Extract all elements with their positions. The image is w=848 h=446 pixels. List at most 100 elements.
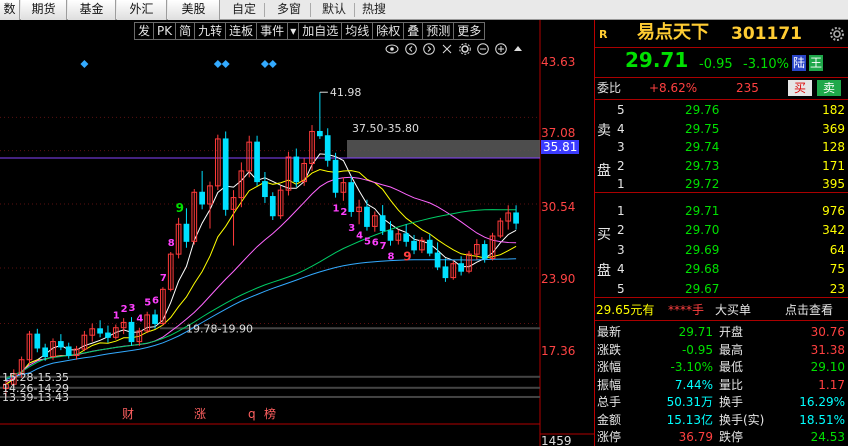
bid-price: 29.69 <box>685 242 720 257</box>
ask-volume: 395 <box>822 177 845 191</box>
kline-canvas[interactable]: 41.9837.50-35.8019.78-19.9015.28-15.3514… <box>0 20 594 446</box>
toolbar-overlay-button[interactable]: 叠 <box>403 22 423 40</box>
divider <box>595 77 848 78</box>
candle-body <box>293 156 300 183</box>
stat-value: 29.71 <box>678 325 713 339</box>
toolbar-add-watchlist-button[interactable]: 加自选 <box>298 22 342 40</box>
buy-button[interactable]: 买 <box>788 80 812 96</box>
td-count-down: 5 <box>364 237 371 248</box>
ask-row[interactable]: 1 29.72 395 <box>595 175 848 193</box>
toolbar-simple-button[interactable]: 简 <box>175 22 195 40</box>
chevron-left-circle-icon[interactable] <box>405 43 417 55</box>
tab-custom[interactable]: 自定 <box>226 0 262 20</box>
ask-volume: 171 <box>822 158 845 173</box>
event-marker: 涨 <box>194 406 206 421</box>
big-order-row[interactable]: 29.65元有 ****手 大买单 点击查看 <box>595 301 848 319</box>
candle-body <box>442 266 449 279</box>
stat-label: 最高 <box>719 342 744 357</box>
big-order-link[interactable]: 点击查看 <box>785 301 833 319</box>
bid-row[interactable]: 2 29.70 342 <box>595 221 848 239</box>
candle-body <box>379 215 386 232</box>
stat-row: 振幅 7.44% 量比 1.17 <box>595 376 848 394</box>
bid-row[interactable]: 4 29.68 75 <box>595 260 848 278</box>
gear-icon[interactable] <box>459 43 471 55</box>
bid-row[interactable]: 1 29.71 976 <box>595 202 848 220</box>
plus-circle-icon[interactable] <box>495 43 507 55</box>
ask-volume: 369 <box>822 121 845 136</box>
ask-price: 29.75 <box>685 121 720 136</box>
tab-multi-window[interactable]: 多窗 <box>270 0 308 20</box>
tab-futures[interactable]: 期货 <box>21 0 67 20</box>
bid-level: 5 <box>617 281 625 296</box>
toolbar-limit-board-button[interactable]: 连板 <box>225 22 257 40</box>
candle-body <box>222 138 229 210</box>
bid-row[interactable]: 3 29.69 64 <box>595 241 848 259</box>
market-flag: R <box>599 28 608 41</box>
toolbar-send-button[interactable]: 发 <box>134 22 154 40</box>
signal-diamond <box>213 60 222 68</box>
caret-up-icon[interactable] <box>513 43 523 55</box>
candle-body <box>152 314 158 324</box>
sell-button[interactable]: 卖 <box>817 80 841 96</box>
chart-icon-toolbar <box>385 42 523 56</box>
market-tab-bar: 数 期货 基金 外汇 美股 自定 多窗 默认 热搜 <box>0 0 848 20</box>
high-price-label: 41.98 <box>330 86 362 99</box>
toolbar-more-button[interactable]: 更多 <box>453 22 486 40</box>
margin-badge: 王 <box>809 55 824 71</box>
ma120-line <box>5 258 517 381</box>
toolbar-ex-rights-button[interactable]: 除权 <box>372 22 404 40</box>
toolbar-forecast-button[interactable]: 预测 <box>422 22 454 40</box>
shrink-icon[interactable] <box>441 43 453 55</box>
stat-row: 金额 15.13亿 换手(实) 18.51% <box>595 411 848 429</box>
candle-body <box>34 333 41 349</box>
candle-body <box>199 191 205 205</box>
stat-label: 最新 <box>597 325 622 339</box>
tab-shu[interactable]: 数 <box>0 0 20 20</box>
ask-row[interactable]: 2 29.73 171 <box>595 157 848 175</box>
td-count-down: 4 <box>356 230 363 241</box>
tab-funds[interactable]: 基金 <box>68 0 116 20</box>
gear-icon[interactable] <box>830 27 844 41</box>
stat-value: 30.76 <box>810 325 845 339</box>
tab-label: 自定 <box>231 2 256 16</box>
bid-volume: 976 <box>822 204 845 218</box>
stat-value: -0.95 <box>681 342 713 357</box>
chevron-right-circle-icon[interactable] <box>423 43 435 55</box>
tab-forex[interactable]: 外汇 <box>117 0 167 20</box>
stat-label: 涨幅 <box>597 360 622 374</box>
candle-body <box>348 182 355 212</box>
ask-volume: 182 <box>822 103 845 117</box>
ask-level: 2 <box>617 158 625 173</box>
stat-label: 换手 <box>719 395 744 409</box>
minus-circle-icon[interactable] <box>477 43 489 55</box>
ask-level: 3 <box>617 140 625 154</box>
bid-row[interactable]: 5 29.67 23 <box>595 280 848 298</box>
tab-label: 热搜 <box>361 2 386 16</box>
toolbar-event-button[interactable]: 事件 <box>256 22 288 40</box>
stock-name: 易点天下 <box>637 22 709 43</box>
kline-chart[interactable]: 41.98 37.50-35.80 19.78-19.90 15.28-15.35 14… <box>0 20 594 446</box>
tab-default[interactable]: 默认 <box>316 0 352 20</box>
tab-hot-search[interactable]: 热搜 <box>356 0 392 20</box>
candle-body <box>458 263 464 272</box>
toolbar-nine-turn-button[interactable]: 九转 <box>194 22 226 40</box>
ask-row[interactable]: 5 29.76 182 <box>595 101 848 119</box>
resistance-band-label: 37.50-35.80 <box>352 122 419 135</box>
toolbar-moving-average-button[interactable]: 均线 <box>341 22 373 40</box>
toolbar-dropdown-button[interactable]: ▾ <box>287 22 299 40</box>
candle-body <box>411 240 417 251</box>
ask-row[interactable]: 4 29.75 369 <box>595 120 848 138</box>
divider <box>595 297 848 298</box>
toolbar-pk-button[interactable]: PK <box>153 22 176 40</box>
resistance-band <box>347 140 540 159</box>
candle-body <box>481 244 488 259</box>
event-marker: 榜 <box>264 406 276 421</box>
price-change-pct: -3.10% <box>743 57 789 72</box>
ask-row[interactable]: 3 29.74 128 <box>595 138 848 156</box>
bid-volume: 75 <box>829 262 845 277</box>
eye-icon[interactable] <box>385 43 399 55</box>
ask-level: 5 <box>617 103 625 117</box>
tab-us-stocks[interactable]: 美股 <box>168 0 220 20</box>
stat-row: 最新 29.71 开盘 30.76 <box>595 323 848 341</box>
td-count-down: 2 <box>340 207 347 218</box>
